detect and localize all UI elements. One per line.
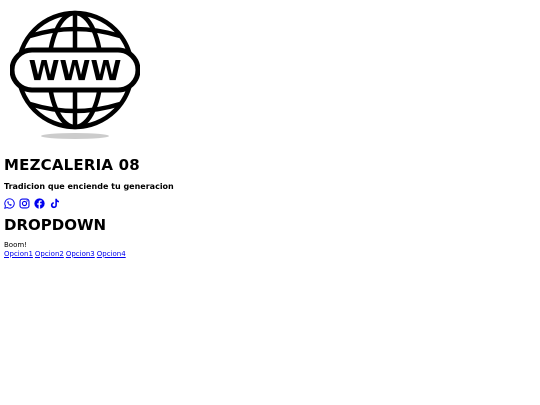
instagram-icon[interactable] bbox=[19, 198, 30, 209]
dropdown-title[interactable]: DROPDOWN bbox=[4, 216, 106, 234]
logo-text: WWW bbox=[29, 54, 122, 87]
dropdown-text: Boom! bbox=[4, 241, 27, 249]
facebook-icon[interactable] bbox=[34, 198, 45, 209]
whatsapp-icon[interactable] bbox=[4, 198, 15, 209]
social-links bbox=[4, 198, 60, 209]
dropdown-option-3[interactable]: Opcion3 bbox=[66, 250, 95, 258]
tagline: Tradicion que enciende tu generacion bbox=[4, 182, 174, 191]
site-logo: WWW bbox=[10, 10, 140, 140]
logo-shadow bbox=[41, 133, 109, 139]
dropdown-options: Opcion1 Opcion2 Opcion3 Opcion4 bbox=[4, 250, 128, 259]
dropdown-option-1[interactable]: Opcion1 bbox=[4, 250, 33, 258]
globe-www-icon: WWW bbox=[10, 10, 140, 139]
tiktok-icon[interactable] bbox=[49, 198, 60, 209]
site-title: MEZCALERIA 08 bbox=[4, 156, 140, 174]
dropdown-content: Boom! Opcion1 Opcion2 Opcion3 Opcion4 bbox=[4, 241, 128, 258]
dropdown-option-4[interactable]: Opcion4 bbox=[97, 250, 126, 258]
dropdown-option-2[interactable]: Opcion2 bbox=[35, 250, 64, 258]
